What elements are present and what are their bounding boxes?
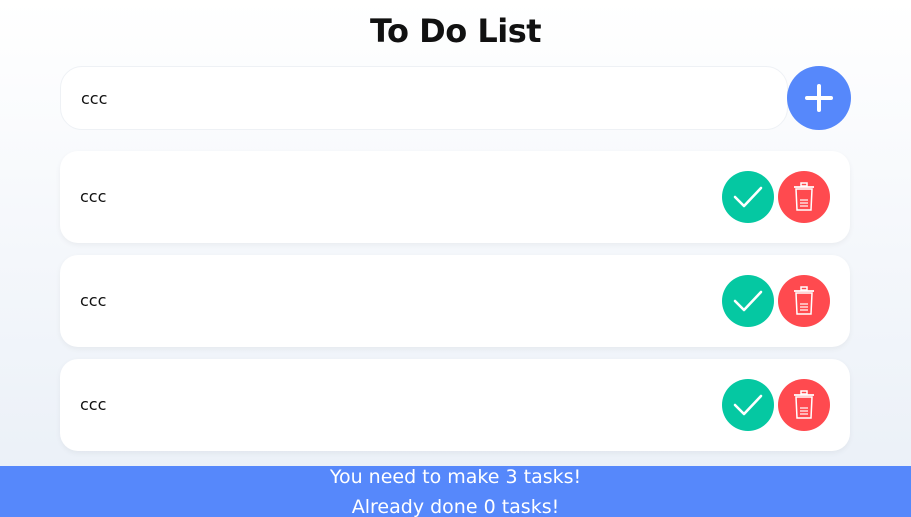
complete-task-button[interactable]	[722, 379, 774, 431]
task-item: ccc	[60, 255, 850, 347]
delete-task-button[interactable]	[778, 275, 830, 327]
check-icon	[733, 290, 763, 312]
add-task-button[interactable]	[787, 66, 851, 130]
trash-icon	[794, 286, 814, 315]
task-item: ccc	[60, 151, 850, 243]
new-task-input[interactable]	[60, 66, 788, 130]
delete-task-button[interactable]	[778, 171, 830, 223]
task-summary-footer: You need to make 3 tasks! Already done 0…	[0, 466, 911, 517]
tasks-total-text: You need to make 3 tasks!	[329, 466, 582, 488]
task-text: ccc	[80, 291, 107, 310]
task-text: ccc	[80, 395, 107, 414]
complete-task-button[interactable]	[722, 171, 774, 223]
complete-task-button[interactable]	[722, 275, 774, 327]
trash-icon	[794, 390, 814, 419]
page-title: To Do List	[369, 12, 542, 50]
task-text: ccc	[80, 187, 107, 206]
plus-icon	[805, 84, 833, 112]
tasks-done-text: Already done 0 tasks!	[351, 496, 560, 517]
trash-icon	[794, 182, 814, 211]
task-item: ccc	[60, 359, 850, 451]
check-icon	[733, 186, 763, 208]
delete-task-button[interactable]	[778, 379, 830, 431]
task-list: ccc ccc ccc	[60, 151, 850, 463]
check-icon	[733, 394, 763, 416]
new-task-row	[60, 66, 851, 130]
